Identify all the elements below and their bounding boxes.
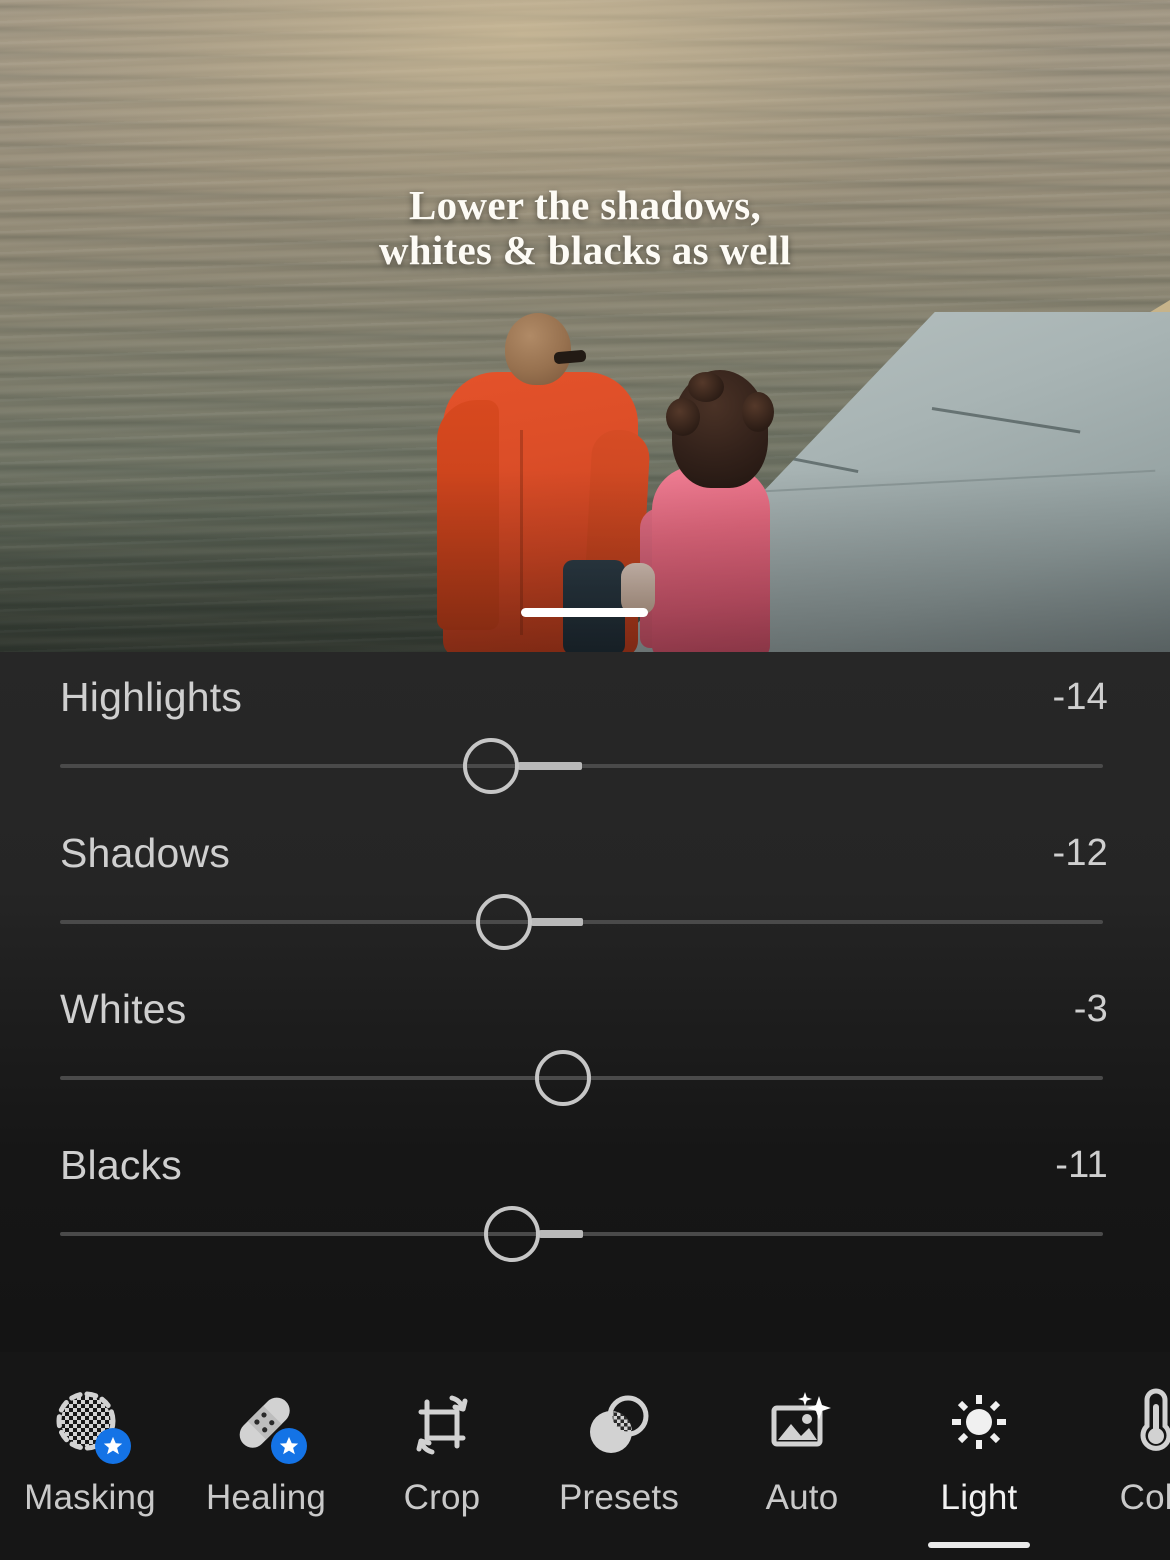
slider-value-shadows: -12 bbox=[1052, 832, 1108, 874]
tool-presets[interactable]: Presets bbox=[545, 1352, 693, 1560]
active-tab-underline bbox=[928, 1542, 1030, 1548]
tool-light[interactable]: Light bbox=[905, 1352, 1053, 1560]
slider-row-blacks[interactable]: Blacks -11 bbox=[0, 1142, 1170, 1274]
light-adjustments-panel: Highlights -14 Shadows -12 Whites -3 Bla… bbox=[0, 652, 1170, 1352]
tool-color[interactable]: Colo bbox=[1082, 1352, 1170, 1560]
photo-vignette bbox=[0, 0, 1170, 652]
photo-preview[interactable]: Lower the shadows, whites & blacks as we… bbox=[0, 0, 1170, 652]
tool-label-color: Colo bbox=[1119, 1478, 1170, 1517]
tool-label-crop: Crop bbox=[403, 1478, 481, 1517]
slider-label-highlights: Highlights bbox=[60, 674, 243, 720]
slider-fill-blacks bbox=[539, 1230, 583, 1238]
tool-label-auto: Auto bbox=[765, 1478, 839, 1517]
crop-icon bbox=[405, 1388, 479, 1462]
caption-line-1: Lower the shadows, bbox=[408, 182, 762, 228]
tool-healing[interactable]: Healing bbox=[192, 1352, 340, 1560]
thermometer-icon bbox=[1119, 1388, 1170, 1462]
tool-masking[interactable]: Masking bbox=[16, 1352, 164, 1560]
slider-value-highlights: -14 bbox=[1052, 676, 1108, 718]
slider-label-shadows: Shadows bbox=[60, 830, 231, 876]
slider-row-whites[interactable]: Whites -3 bbox=[0, 986, 1170, 1118]
healing-icon bbox=[229, 1388, 307, 1464]
tool-label-masking: Masking bbox=[24, 1478, 156, 1517]
presets-icon bbox=[582, 1388, 656, 1462]
caption-line-2: whites & blacks as well bbox=[378, 226, 792, 273]
lightroom-editor-screen: Lower the shadows, whites & blacks as we… bbox=[0, 0, 1170, 1560]
tool-auto[interactable]: Auto bbox=[728, 1352, 876, 1560]
tool-label-healing: Healing bbox=[205, 1478, 327, 1517]
slider-fill-highlights bbox=[518, 762, 582, 770]
slider-fill-shadows bbox=[531, 918, 583, 926]
tool-label-light: Light bbox=[940, 1478, 1018, 1517]
slider-thumb-highlights[interactable] bbox=[463, 738, 519, 794]
slider-value-blacks: -11 bbox=[1055, 1144, 1108, 1186]
slider-row-shadows[interactable]: Shadows -12 bbox=[0, 830, 1170, 962]
slider-value-whites: -3 bbox=[1073, 988, 1108, 1030]
slider-thumb-shadows[interactable] bbox=[476, 894, 532, 950]
slider-row-highlights[interactable]: Highlights -14 bbox=[0, 674, 1170, 806]
tool-crop[interactable]: Crop bbox=[368, 1352, 516, 1560]
auto-enhance-icon bbox=[765, 1388, 839, 1462]
premium-star-badge bbox=[95, 1428, 131, 1464]
tool-label-presets: Presets bbox=[558, 1478, 680, 1517]
slider-thumb-whites[interactable] bbox=[535, 1050, 591, 1106]
caption-overlay: Lower the shadows, whites & blacks as we… bbox=[0, 183, 1170, 272]
home-indicator[interactable] bbox=[521, 608, 648, 617]
slider-label-blacks: Blacks bbox=[60, 1142, 182, 1188]
premium-star-badge bbox=[271, 1428, 307, 1464]
slider-label-whites: Whites bbox=[60, 986, 187, 1032]
bottom-toolbar: Masking Healing Crop Presets Auto Light … bbox=[0, 1352, 1170, 1560]
slider-thumb-blacks[interactable] bbox=[484, 1206, 540, 1262]
sun-icon bbox=[942, 1388, 1016, 1462]
masking-icon bbox=[53, 1388, 131, 1464]
